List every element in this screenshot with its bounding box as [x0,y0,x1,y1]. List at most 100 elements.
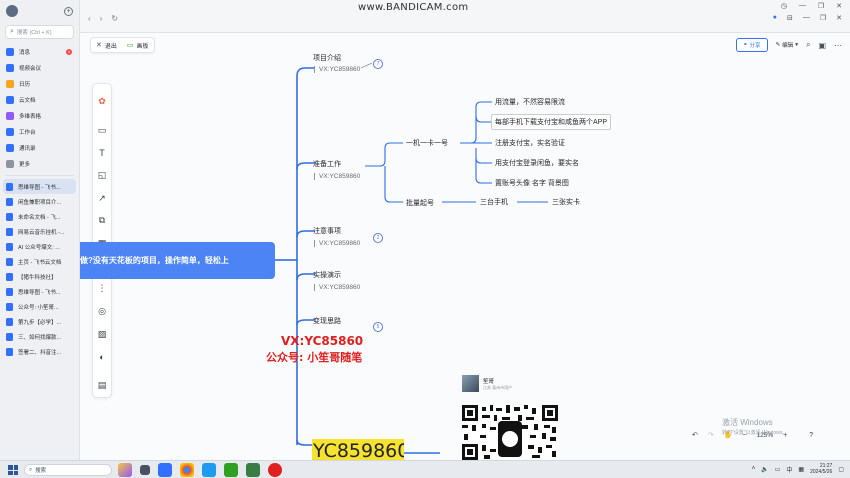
panel-button[interactable]: ▭ 画板 [127,41,149,50]
recent-doc-item[interactable]: 第九步【必学】... [0,314,79,329]
file-icon[interactable] [246,463,260,477]
refresh-icon[interactable]: ↻ [111,14,118,23]
input-icon[interactable]: ▦ [798,466,804,473]
minimize-icon[interactable]: — [799,2,806,10]
close-tab-icon[interactable]: ✕ [836,14,842,22]
minimize-tab-icon[interactable]: — [803,14,810,22]
recent-doc-item[interactable]: 三、如何找爆款... [0,329,79,344]
sidebar-item[interactable]: 多维表格 [0,108,79,124]
recent-doc-item[interactable]: 思维导图 - 飞书... [3,179,76,194]
sidebar-item[interactable]: 日历 [0,76,79,92]
undo-icon[interactable]: ↶ [692,431,698,439]
prep-step-4[interactable]: 用支付宝登录闲鱼，要实名 [495,158,579,168]
restore-icon[interactable]: ❐ [818,2,824,10]
search-icon[interactable]: ⌕ [806,40,810,50]
zoom-out-icon[interactable]: − [742,432,746,439]
ime-indicator[interactable]: 中 [786,465,792,474]
zoom-level[interactable]: 125% [757,432,774,439]
task-view-icon[interactable] [140,465,150,475]
recent-doc-item[interactable]: 【猪牛科技社】 [0,269,79,284]
recent-doc-item[interactable]: 主页 - 飞书云文档 [0,254,79,269]
wechat-icon[interactable] [224,463,238,477]
exit-button[interactable]: ✕ 退出 [96,41,117,50]
prep-batch-phones[interactable]: 三台手机 [480,197,508,207]
app-icon[interactable]: ● [773,14,777,22]
layout-icon[interactable]: ▣ [818,41,826,50]
recent-doc-item[interactable]: 未命名文档 - 飞... [0,209,79,224]
nav-icon [6,112,14,120]
add-icon[interactable]: + [64,6,73,16]
share-button[interactable]: ⚭ 分享 [735,38,768,52]
sticky-note-icon[interactable]: ◱ [92,164,112,187]
wechat-id-highlight[interactable]: YC859860 [312,439,404,460]
branch-prep[interactable]: 准备工作 [313,159,341,169]
recent-doc-item[interactable]: 签署二、抖音注... [0,344,79,359]
collapsed-count-badge[interactable]: 2 [373,233,383,243]
connector-icon[interactable]: ↗ [92,187,112,210]
branch-monetize[interactable]: 变现思路 [313,316,341,326]
branch-demo[interactable]: 实操演示 [313,270,341,280]
history-icon[interactable]: ◷ [781,2,787,10]
recent-doc-item[interactable]: 思维导图 - 飞书... [0,284,79,299]
windows-start-icon[interactable] [8,465,18,475]
edge-icon[interactable] [202,463,216,477]
avatar[interactable] [6,5,18,17]
widgets-icon[interactable] [118,463,132,477]
notification-icon[interactable]: ▢ [838,466,844,473]
sidebar-item[interactable]: 工作台 [0,124,79,140]
mindmap-root[interactable]: 做?没有天花板的项目，操作简单，轻松上 [80,242,275,279]
clock[interactable]: 21:27 2024/5/26 [810,463,832,475]
template-icon[interactable]: ◎ [92,300,112,323]
back-icon[interactable]: ‹ [88,14,91,23]
text-icon[interactable]: T [92,141,112,164]
branch-intro[interactable]: 项目介绍 [313,53,341,63]
recent-doc-item[interactable]: 闲鱼兼职项目介... [0,194,79,209]
prep-step-5[interactable]: 置账号头像 名字 背景图 [495,178,569,188]
image-icon[interactable]: ▨ [92,323,112,346]
help-icon[interactable]: ? [809,432,813,439]
hand-icon[interactable]: ✋ [724,431,733,439]
rectangle-icon[interactable]: ▭ [92,119,112,142]
prep-step-1[interactable]: 用流量，不然容易限流 [495,97,565,107]
collapsed-count-badge[interactable]: 5 [373,322,383,332]
collapse-icon[interactable]: ⊟ [787,14,793,22]
zoom-in-icon[interactable]: + [783,432,787,439]
comment-icon[interactable]: ▤ [92,374,112,397]
sidebar-item[interactable]: 更多 [0,156,79,172]
palette-icon[interactable]: ◐ [92,346,112,369]
edit-button[interactable]: ✎ 编辑 ▾ [776,41,798,49]
mindmap-icon[interactable]: ⋮ [92,278,112,301]
more-icon[interactable]: ⋯ [834,41,842,50]
close-icon[interactable]: ✕ [836,2,842,10]
prep-level1[interactable]: 一机一卡一号 [406,138,448,148]
document-icon [6,287,13,296]
network-icon[interactable]: ▭ [775,466,781,473]
forward-icon[interactable]: › [100,14,103,23]
prep-batch-simcards[interactable]: 三张实卡 [552,197,580,207]
sidebar-item[interactable]: 云文档 [0,92,79,108]
taskbar-search[interactable]: ⌕ 搜索 [24,464,112,476]
restore-tab-icon[interactable]: ❐ [820,14,826,22]
feishu-icon[interactable] [158,463,172,477]
recent-doc-item[interactable]: 公众号: 小笙哥... [0,299,79,314]
bandicam-icon[interactable] [268,463,282,477]
sidebar-item[interactable]: 视频会议 [0,60,79,76]
chevron-up-icon[interactable]: ˄ [752,466,756,472]
redo-icon[interactable]: ↷ [708,431,714,439]
recent-doc-item[interactable]: AI 公众号爆文: ... [0,239,79,254]
prep-step-2[interactable]: 每部手机下载支付宝和咸鱼两个APP [491,114,612,130]
prep-step-3[interactable]: 注册支付宝，实名验证 [495,138,565,148]
chrome-icon[interactable] [180,463,194,477]
search-input[interactable]: ⌕ 搜索 (Ctrl + K) [5,25,74,39]
sidebar-item[interactable]: 消息 1 [0,44,79,60]
branch-notes[interactable]: 注意事项 [313,226,341,236]
recent-doc-item[interactable]: 网易云音乐挂机 -... [0,224,79,239]
prep-batch[interactable]: 批量起号 [406,198,434,208]
collapsed-count-badge[interactable]: 7 [373,59,383,69]
speaker-icon[interactable]: 🔈 [761,466,768,473]
frame-icon[interactable]: ⧉ [92,209,112,232]
sidebar-item[interactable]: 通讯录 [0,140,79,156]
profile-card[interactable]: 笙哥 江苏 泰州市用户 [462,375,512,392]
whiteboard-canvas[interactable]: ✕ 退出 ▭ 画板 ⚭ 分享 ✎ 编辑 ▾ ⌕ ▣ ⋯ ✿ ▭ T ◱ ↗ ⧉ … [80,33,850,460]
color-shapes-icon[interactable]: ✿ [92,90,112,113]
